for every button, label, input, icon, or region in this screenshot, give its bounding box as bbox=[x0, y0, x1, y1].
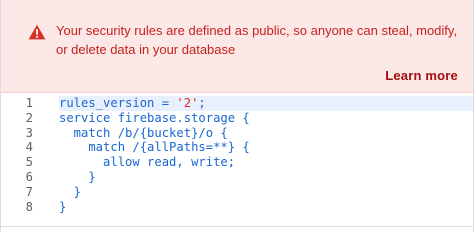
code-text: service firebase.storage { bbox=[59, 110, 250, 125]
rules-code-editor[interactable]: 1 rules_version = '2'; 2 service firebas… bbox=[1, 96, 473, 216]
code-line-7[interactable]: 7 } bbox=[1, 185, 473, 200]
code-text: } bbox=[59, 169, 96, 184]
line-number: 7 bbox=[25, 184, 33, 199]
code-line-1[interactable]: 1 rules_version = '2'; bbox=[1, 96, 473, 111]
code-text: } bbox=[59, 184, 82, 199]
line-number: 2 bbox=[25, 110, 33, 125]
warning-message: Your security rules are defined as publi… bbox=[56, 23, 458, 57]
code-text: allow read, write; bbox=[59, 155, 236, 170]
line-number: 1 bbox=[25, 96, 33, 110]
string-literal: '2' bbox=[176, 96, 199, 110]
code-line-6[interactable]: 6 } bbox=[1, 170, 473, 185]
code-text: rules_version = '2'; bbox=[59, 96, 473, 111]
line-number: 6 bbox=[25, 169, 33, 184]
line-number: 4 bbox=[25, 140, 33, 155]
security-rules-panel: Your security rules are defined as publi… bbox=[0, 0, 474, 232]
code-text: } bbox=[59, 199, 67, 214]
code-line-4[interactable]: 4 match /{allPaths=**} { bbox=[1, 140, 473, 155]
code-line-8[interactable]: 8 } bbox=[1, 200, 473, 215]
line-number: 3 bbox=[25, 125, 33, 140]
line-number: 5 bbox=[25, 155, 33, 170]
code-line-2[interactable]: 2 service firebase.storage { bbox=[1, 111, 473, 126]
public-rules-warning-banner: Your security rules are defined as publi… bbox=[1, 0, 473, 93]
code-line-5[interactable]: 5 allow read, write; bbox=[1, 155, 473, 170]
warning-icon bbox=[28, 24, 46, 40]
line-number: 8 bbox=[25, 199, 33, 214]
code-text: match /b/{bucket}/o { bbox=[59, 125, 228, 140]
code-text: match /{allPaths=**} { bbox=[59, 140, 250, 155]
learn-more-link[interactable]: Learn more bbox=[385, 68, 458, 83]
code-line-3[interactable]: 3 match /b/{bucket}/o { bbox=[1, 126, 473, 141]
editor-bottom-divider bbox=[1, 226, 473, 227]
